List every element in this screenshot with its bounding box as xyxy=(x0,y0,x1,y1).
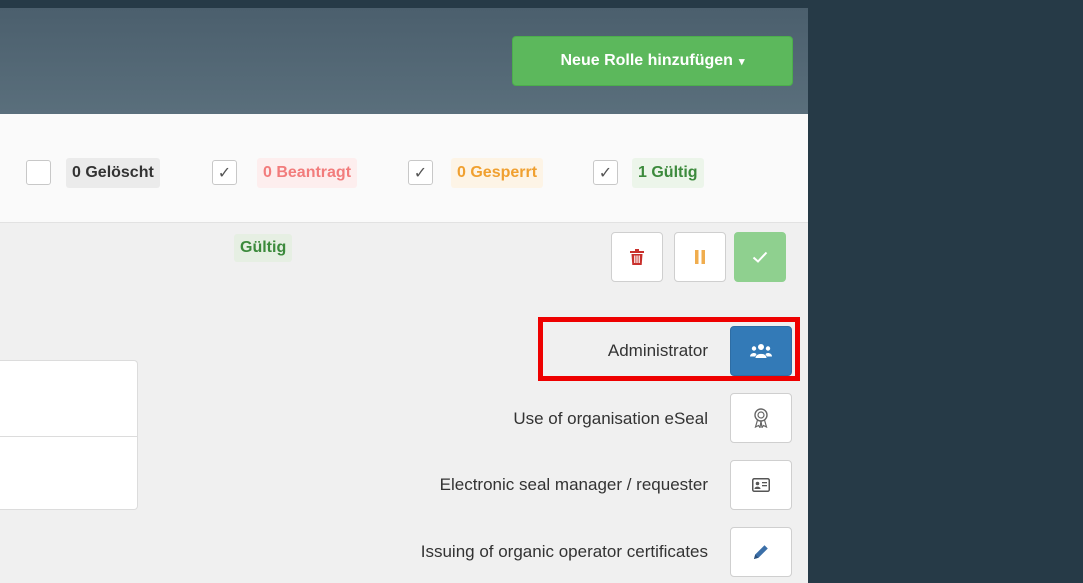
suspend-button[interactable] xyxy=(674,232,726,282)
details-box xyxy=(0,360,138,510)
id-card-icon xyxy=(752,478,770,492)
filter-valid-badge: 1 Gültig xyxy=(632,158,704,188)
status-badge: Gültig xyxy=(234,234,293,262)
filter-requested-badge: 0 Beantragt xyxy=(257,158,358,188)
filter-requested-checkbox[interactable]: ✓ xyxy=(212,160,237,185)
delete-button[interactable] xyxy=(611,232,663,282)
check-icon xyxy=(752,251,768,263)
filter-valid-checkbox[interactable]: ✓ xyxy=(593,160,618,185)
details-row xyxy=(0,361,137,436)
panel-header: Neue Rolle hinzufügen ▾ xyxy=(0,8,808,114)
seal-manager-role-button[interactable] xyxy=(730,460,792,510)
role-label-organic-certificates: Issuing of organic operator certificates xyxy=(420,542,708,561)
details-row xyxy=(0,436,137,511)
eseal-role-button[interactable] xyxy=(730,393,792,443)
role-label-seal-manager: Electronic seal manager / requester xyxy=(439,475,708,494)
pencil-icon xyxy=(754,545,768,559)
role-management-panel: Neue Rolle hinzufügen ▾ 0 Gelöscht ✓ 0 B… xyxy=(0,8,808,583)
filter-deleted-badge: 0 Gelöscht xyxy=(66,158,160,188)
validate-button[interactable] xyxy=(734,232,786,282)
filter-blocked-checkbox[interactable]: ✓ xyxy=(408,160,433,185)
status-filter-bar: 0 Gelöscht ✓ 0 Beantragt ✓ 0 Gesperrt ✓ … xyxy=(0,114,808,223)
award-icon xyxy=(754,408,768,428)
add-role-label: Neue Rolle hinzufügen xyxy=(560,52,733,69)
add-role-button[interactable]: Neue Rolle hinzufügen ▾ xyxy=(512,36,793,86)
administrator-highlight-box xyxy=(538,317,800,381)
organic-certificates-role-button[interactable] xyxy=(730,527,792,577)
caret-down-icon: ▾ xyxy=(738,55,745,68)
trash-icon xyxy=(630,249,644,265)
pause-icon xyxy=(695,250,705,264)
role-label-eseal: Use of organisation eSeal xyxy=(513,409,708,428)
filter-blocked-badge: 0 Gesperrt xyxy=(451,158,544,188)
filter-deleted-checkbox[interactable] xyxy=(26,160,51,185)
